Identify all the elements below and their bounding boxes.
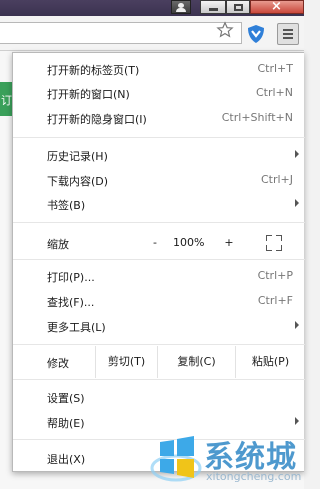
menu-item-shortcut: Ctrl+N (255, 86, 293, 99)
menu-item-label: 退出(X) (47, 453, 86, 466)
menu-item-label: 帮助(E) (47, 417, 85, 430)
minimize-icon (209, 8, 218, 11)
watermark: 系统城 xitongcheng.com (150, 432, 304, 489)
edit-label: 修改 (47, 357, 69, 370)
menu-item-settings[interactable]: 设置(S) (13, 385, 305, 409)
menu-item-label: 历史记录(H) (47, 150, 108, 163)
menu-item-help[interactable]: 帮助(E) (13, 410, 305, 434)
menu-item-shortcut: Ctrl+F (257, 294, 293, 307)
maximize-icon (234, 4, 243, 11)
menu-item-downloads[interactable]: 下载内容(D) Ctrl+J (13, 168, 305, 192)
menu-item-history[interactable]: 历史记录(H) (13, 143, 305, 167)
maximize-button[interactable] (226, 0, 250, 14)
page-side-text: 订 (1, 94, 12, 107)
submenu-arrow-icon (295, 150, 299, 158)
menu-item-find[interactable]: 查找(F)... Ctrl+F (13, 289, 305, 313)
menu-button[interactable] (277, 23, 299, 45)
menu-item-label: 打开新的窗口(N) (47, 88, 130, 101)
menu-item-new-window[interactable]: 打开新的窗口(N) Ctrl+N (13, 81, 305, 105)
edit-row: 修改 剪切(T) 复制(C) 粘贴(P) (13, 346, 305, 378)
zoom-level: 100% (173, 236, 205, 249)
windows-logo-icon (150, 436, 202, 482)
menu-divider (13, 379, 305, 380)
browser-toolbar (0, 16, 304, 51)
menu-item-label: 查找(F)... (47, 296, 95, 309)
user-profile-button[interactable] (171, 0, 191, 14)
menu-item-shortcut: Ctrl+J (260, 173, 293, 186)
menu-item-label: 打开新的标签页(T) (47, 64, 140, 77)
address-bar[interactable] (0, 22, 242, 44)
zoom-label: 缩放 (47, 238, 69, 251)
menu-divider (13, 344, 305, 345)
menu-item-shortcut: Ctrl+T (257, 62, 293, 75)
close-window-button[interactable]: × (250, 0, 304, 14)
menu-item-shortcut: Ctrl+Shift+N (221, 111, 293, 124)
zoom-in-button[interactable]: + (219, 234, 239, 252)
menu-item-more-tools[interactable]: 更多工具(L) (13, 314, 305, 338)
menu-item-incognito[interactable]: 打开新的隐身窗口(I) Ctrl+Shift+N (13, 106, 305, 130)
menu-icon (283, 29, 293, 31)
menu-item-label: 书签(B) (47, 199, 86, 212)
submenu-arrow-icon (295, 417, 299, 425)
shield-icon[interactable] (246, 24, 266, 44)
submenu-arrow-icon (295, 321, 299, 329)
menu-item-label: 打印(P)... (47, 271, 95, 284)
menu-item-shortcut: Ctrl+P (257, 269, 293, 282)
menu-item-label: 设置(S) (47, 392, 85, 405)
zoom-out-button[interactable]: - (143, 234, 167, 252)
menu-item-label: 更多工具(L) (47, 321, 106, 334)
watermark-url: xitongcheng.com (206, 470, 302, 483)
zoom-row: 缩放 - 100% + (13, 227, 305, 257)
menu-divider (13, 259, 305, 260)
browser-menu: 打开新的标签页(T) Ctrl+T 打开新的窗口(N) Ctrl+N 打开新的隐… (12, 52, 305, 472)
star-icon[interactable] (216, 21, 234, 39)
menu-item-label: 打开新的隐身窗口(I) (47, 113, 147, 126)
menu-item-print[interactable]: 打印(P)... Ctrl+P (13, 264, 305, 288)
menu-item-bookmarks[interactable]: 书签(B) (13, 192, 305, 216)
window-title-bar: × (0, 0, 304, 16)
cut-button[interactable]: 剪切(T) (95, 346, 157, 378)
menu-divider (13, 137, 305, 138)
menu-item-label: 下载内容(D) (47, 175, 109, 188)
submenu-arrow-icon (295, 199, 299, 207)
close-icon: × (271, 0, 282, 14)
menu-item-new-tab[interactable]: 打开新的标签页(T) Ctrl+T (13, 57, 305, 81)
menu-divider (13, 222, 305, 223)
copy-button[interactable]: 复制(C) (157, 346, 235, 378)
paste-button[interactable]: 粘贴(P) (235, 346, 305, 378)
minimize-button[interactable] (200, 0, 226, 14)
fullscreen-icon[interactable] (265, 234, 283, 252)
